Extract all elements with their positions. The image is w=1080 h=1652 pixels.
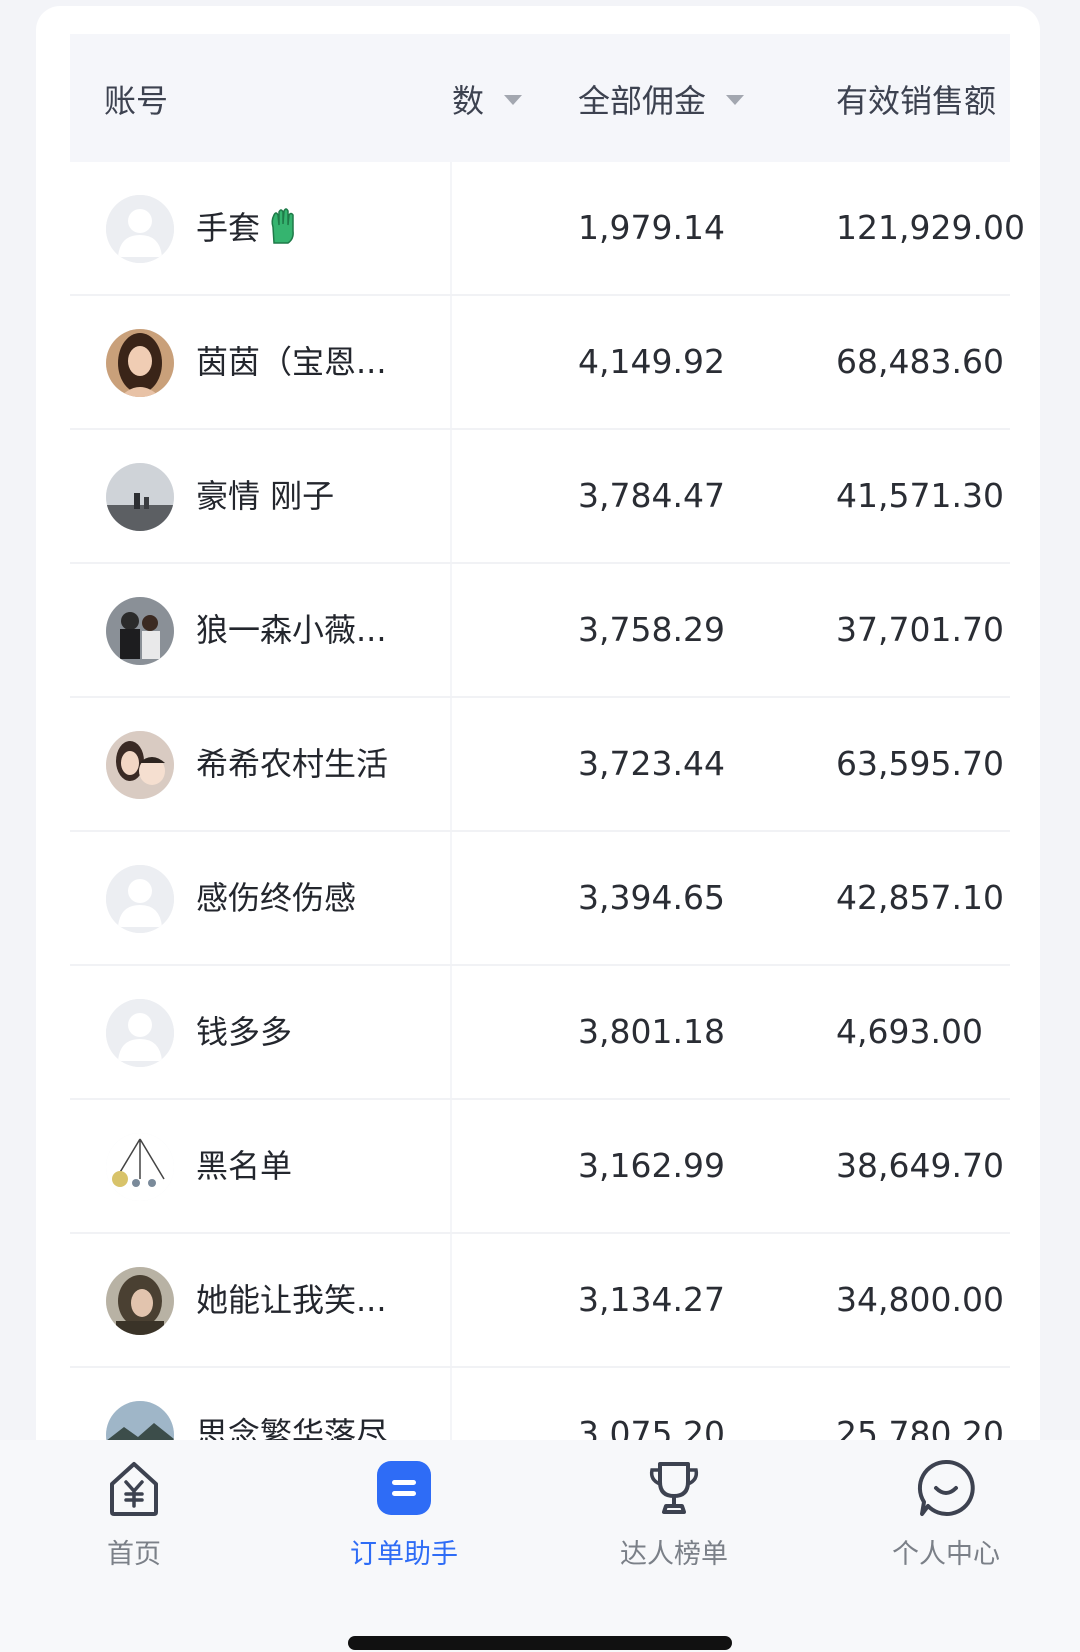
column-divider: [450, 1100, 452, 1232]
tab-label-personal-center: 个人中心: [892, 1539, 1000, 1570]
column-divider: [450, 966, 452, 1098]
table-row[interactable]: 茵茵（宝恩... 4,149.92 68,483.60: [70, 296, 1010, 430]
header-commission-sort[interactable]: 全部佣金: [578, 34, 745, 162]
avatar[interactable]: [106, 1133, 174, 1201]
avatar[interactable]: [106, 865, 174, 933]
avatar[interactable]: [106, 195, 174, 263]
account-name: 狼一森小薇...: [196, 611, 387, 649]
commission-value: 3,758.29: [578, 610, 725, 649]
account-name: 豪情 刚子: [196, 477, 335, 515]
avatar[interactable]: [106, 999, 174, 1067]
account-name: 她能让我笑...: [196, 1281, 387, 1319]
sales-value: 4,693.00: [836, 1012, 983, 1051]
avatar[interactable]: [106, 1267, 174, 1335]
trophy-icon: [649, 1462, 699, 1514]
tab-talent-ranking[interactable]: 达人榜单: [574, 1456, 774, 1571]
account-name: 手套: [196, 162, 298, 294]
tab-order-helper[interactable]: 订单助手: [304, 1456, 504, 1571]
header-sales: 有效销售额: [836, 82, 997, 120]
tab-label-order-helper: 订单助手: [350, 1539, 458, 1570]
commission-value: 3,723.44: [578, 744, 725, 783]
account-name: 钱多多: [196, 1013, 293, 1051]
header-count-sort[interactable]: 数: [452, 34, 523, 162]
table-row[interactable]: 豪情 刚子 3,784.47 41,571.30: [70, 430, 1010, 564]
sales-value: 68,483.60: [836, 342, 1004, 381]
column-divider: [450, 1234, 452, 1366]
column-divider: [450, 430, 452, 562]
sales-value: 38,649.70: [836, 1146, 1004, 1185]
commission-value: 3,801.18: [578, 1012, 725, 1051]
sales-value: 63,595.70: [836, 744, 1004, 783]
sales-value: 121,929.00: [836, 208, 1025, 247]
account-name: 黑名单: [196, 1147, 293, 1185]
bottom-tab-bar: 首页 订单助手 达人榜单 个人中心: [0, 1440, 1080, 1652]
table-row[interactable]: 手套 1,979.14 121,929.00: [70, 162, 1025, 296]
glove-icon: [271, 208, 294, 244]
sort-down-icon: [726, 95, 745, 105]
table-row[interactable]: 钱多多 3,801.18 4,693.00: [70, 966, 1010, 1100]
sort-down-icon: [504, 95, 523, 105]
table-row[interactable]: 感伤终伤感 3,394.65 42,857.10: [70, 832, 1010, 966]
commission-value: 3,784.47: [578, 476, 725, 515]
tab-personal-center[interactable]: 个人中心: [846, 1456, 1046, 1571]
column-divider: [450, 698, 452, 830]
table-header: 账号 数 全部佣金 有效销售额: [70, 34, 1010, 162]
commission-value: 1,979.14: [578, 208, 725, 247]
column-divider: [450, 564, 452, 696]
avatar[interactable]: [106, 597, 174, 665]
avatar[interactable]: [106, 731, 174, 799]
commission-value: 4,149.92: [578, 342, 725, 381]
table-body: 手套 1,979.14 121,929.00 茵茵（宝恩... 4,149.92 68,4…: [70, 162, 1025, 1502]
avatar[interactable]: [106, 463, 174, 531]
tab-label-home: 首页: [107, 1539, 161, 1570]
column-divider: [450, 162, 452, 294]
account-name: 茵茵（宝恩...: [196, 343, 387, 381]
column-divider: [450, 832, 452, 964]
sales-value: 34,800.00: [836, 1280, 1004, 1319]
tab-label-talent-ranking: 达人榜单: [620, 1539, 728, 1570]
ranking-table: 账号 数 全部佣金 有效销售额 手套 1,979.14 121,929.00 茵茵（宝…: [70, 34, 1025, 1502]
avatar[interactable]: [106, 329, 174, 397]
table-row[interactable]: 狼一森小薇... 3,758.29 37,701.70: [70, 564, 1010, 698]
sales-value: 41,571.30: [836, 476, 1004, 515]
sales-value: 42,857.10: [836, 878, 1004, 917]
account-name: 感伤终伤感: [196, 879, 357, 917]
header-account: 账号: [104, 82, 169, 120]
tab-home[interactable]: 首页: [34, 1456, 234, 1571]
commission-value: 3,162.99: [578, 1146, 725, 1185]
home-indicator[interactable]: [348, 1636, 732, 1650]
commission-value: 3,394.65: [578, 878, 725, 917]
account-name: 希希农村生活: [196, 745, 389, 783]
sales-value: 37,701.70: [836, 610, 1004, 649]
table-row[interactable]: 希希农村生活 3,723.44 63,595.70: [70, 698, 1010, 832]
commission-value: 3,134.27: [578, 1280, 725, 1319]
table-row[interactable]: 黑名单 3,162.99 38,649.70: [70, 1100, 1010, 1234]
table-row[interactable]: 她能让我笑... 3,134.27 34,800.00: [70, 1234, 1010, 1368]
column-divider: [450, 296, 452, 428]
chat-smile-icon: [917, 1459, 975, 1516]
order-helper-icon: [377, 1461, 431, 1515]
home-yuan-icon: [110, 1462, 158, 1516]
